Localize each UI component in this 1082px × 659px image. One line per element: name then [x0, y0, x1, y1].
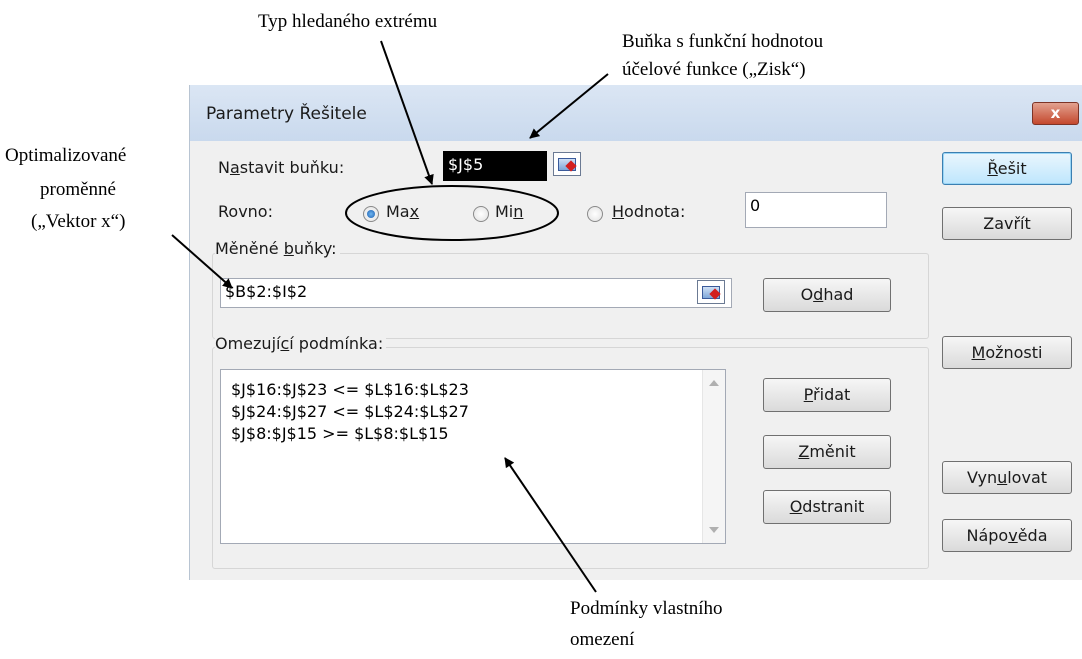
annotation-overlay: [171, 40, 609, 593]
min-max-highlight-ellipse: [345, 185, 559, 241]
extreme-type-arrow: [380, 40, 434, 185]
variables-arrow: [171, 234, 233, 289]
constraints-arrow: [504, 457, 597, 593]
objective-cell-arrow: [529, 73, 609, 139]
